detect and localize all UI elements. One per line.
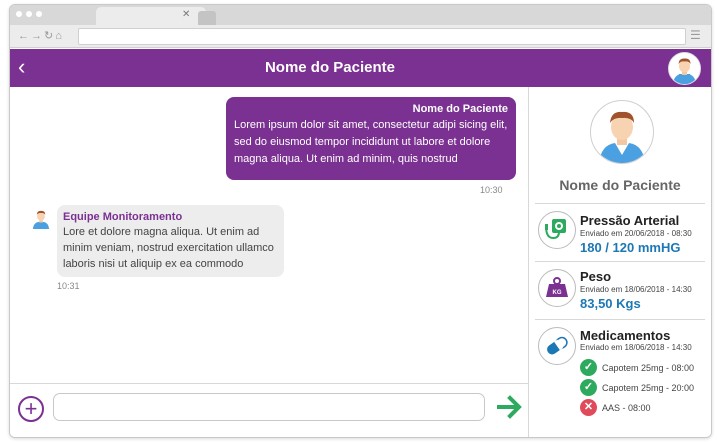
user-avatar[interactable] — [668, 52, 701, 85]
medication-label: Capotem 25mg - 08:00 — [602, 362, 695, 373]
composer-bar: + — [10, 383, 528, 437]
check-icon: ✓ — [580, 359, 597, 376]
message-input[interactable] — [53, 393, 485, 421]
browser-toolbar: ←→↻⌂ ☰ — [10, 25, 711, 48]
medication-item: ✓ Capotem 25mg - 20:00 — [580, 379, 694, 396]
patient-avatar — [590, 100, 654, 164]
medications-title: Medicamentos — [580, 328, 671, 343]
divider — [535, 203, 705, 204]
message-time: 10:31 — [57, 281, 80, 291]
browser-window: ✕ ←→↻⌂ ☰ ‹ Nome do Paciente Nome do Paci… — [9, 4, 712, 438]
team-avatar — [30, 207, 52, 229]
vital-title: Peso — [580, 269, 612, 284]
page-title: Nome do Paciente — [264, 59, 396, 76]
vital-value: 83,50 Kgs — [580, 296, 641, 311]
vital-date: Enviado em 20/06/2018 - 08:30 — [580, 229, 692, 238]
window-controls[interactable] — [16, 11, 42, 17]
window-dot-icon[interactable] — [36, 11, 42, 17]
window-dot-icon[interactable] — [26, 11, 32, 17]
divider — [535, 319, 705, 320]
browser-titlebar: ✕ — [10, 5, 711, 25]
message-text: Lorem ipsum dolor sit amet, consectetur … — [234, 119, 508, 165]
medication-item: ✕ AAS - 08:00 — [580, 399, 651, 416]
patient-name: Nome do Paciente — [559, 177, 681, 193]
send-arrow-icon[interactable] — [496, 393, 524, 421]
pill-icon — [538, 327, 576, 365]
app-header: ‹ Nome do Paciente — [10, 49, 711, 87]
message-sender: Nome do Paciente — [412, 103, 508, 115]
outgoing-message: Nome do Paciente Lorem ipsum dolor sit a… — [226, 97, 516, 180]
message-time: 10:30 — [480, 185, 503, 195]
vital-value: 180 / 120 mmHG — [580, 240, 681, 255]
medications-date: Enviado em 18/06/2018 - 14:30 — [580, 343, 692, 352]
browser-nav-icons[interactable]: ←→↻⌂ — [18, 29, 64, 42]
attach-plus-icon[interactable]: + — [18, 396, 44, 422]
window-dot-icon[interactable] — [16, 11, 22, 17]
incoming-message: Equipe Monitoramento Lore et dolore magn… — [57, 205, 284, 277]
check-icon: ✓ — [580, 379, 597, 396]
medication-item: ✓ Capotem 25mg - 08:00 — [580, 359, 694, 376]
weight-icon: KG — [538, 269, 576, 307]
medication-label: Capotem 25mg - 20:00 — [602, 382, 695, 393]
svg-text:KG: KG — [553, 290, 562, 296]
new-tab-button[interactable] — [198, 11, 216, 25]
vital-title: Pressão Arterial — [580, 213, 680, 228]
close-icon: ✕ — [580, 399, 597, 416]
divider — [535, 261, 705, 262]
vital-date: Enviado em 18/06/2018 - 14:30 — [580, 285, 692, 294]
blood-pressure-icon — [538, 211, 576, 249]
browser-menu-icon[interactable]: ☰ — [690, 28, 701, 42]
address-bar[interactable] — [78, 28, 686, 45]
tab-close-icon[interactable]: ✕ — [182, 9, 190, 20]
patient-panel: Nome do Paciente Pressão Arterial Enviad… — [529, 87, 711, 437]
message-text: Lore et dolore magna aliqua. Ut enim ad … — [63, 226, 274, 270]
medication-label: AAS - 08:00 — [602, 402, 651, 413]
message-sender: Equipe Monitoramento — [63, 211, 183, 223]
chat-area[interactable]: Nome do Paciente Lorem ipsum dolor sit a… — [10, 87, 528, 383]
